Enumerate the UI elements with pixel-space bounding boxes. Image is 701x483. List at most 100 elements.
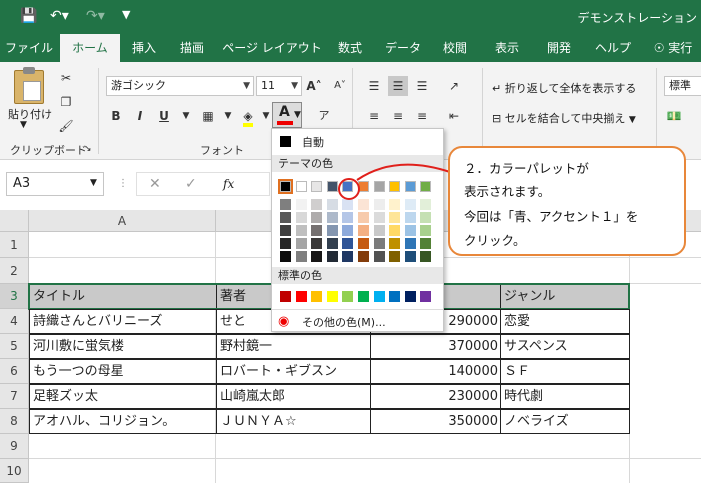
theme-shade-swatch[interactable] <box>404 199 416 210</box>
table-cell[interactable]: 足軽ズッ太 <box>29 384 217 409</box>
theme-shade-swatch[interactable] <box>420 251 432 262</box>
theme-shade-swatch[interactable] <box>420 238 432 249</box>
theme-shade-swatch[interactable] <box>389 251 401 262</box>
decrease-font-icon[interactable]: A˅ <box>330 76 350 96</box>
theme-shade-swatch[interactable] <box>389 212 401 223</box>
row-header[interactable]: 10 <box>0 459 29 483</box>
theme-shade-swatch[interactable] <box>373 199 385 210</box>
row-header[interactable]: 4 <box>0 309 29 334</box>
theme-shade-swatch[interactable] <box>326 225 338 236</box>
table-cell[interactable]: 詩織さんとバリニーズ <box>29 309 217 334</box>
copy-icon[interactable]: ❐ <box>56 92 76 112</box>
table-cell[interactable]: もう一つの母星 <box>29 359 217 384</box>
table-cell[interactable]: 350000 <box>370 409 501 434</box>
standard-color-swatch[interactable] <box>404 291 416 302</box>
italic-button[interactable]: I <box>130 106 150 126</box>
theme-shade-swatch[interactable] <box>358 212 369 223</box>
table-cell[interactable]: 時代劇 <box>500 384 630 409</box>
confirm-icon[interactable]: ✓ <box>185 176 197 192</box>
standard-color-swatch[interactable] <box>342 291 354 302</box>
font-color-button[interactable]: A ▼ <box>272 102 302 128</box>
font-size-combo[interactable]: 11 ▼ <box>256 76 302 96</box>
theme-shade-swatch[interactable] <box>311 251 323 262</box>
row-header[interactable]: 3 <box>0 284 29 309</box>
theme-shade-swatch[interactable] <box>373 225 385 236</box>
standard-color-swatch[interactable] <box>326 291 338 302</box>
table-cell[interactable]: アオハル、コリジョン。 <box>29 409 217 434</box>
theme-shade-swatch[interactable] <box>404 238 416 249</box>
customize-icon[interactable]: ▼ <box>122 8 130 21</box>
tab-data[interactable]: データ <box>378 34 428 62</box>
theme-shade-swatch[interactable] <box>280 212 291 223</box>
table-cell[interactable]: ノベライズ <box>500 409 630 434</box>
standard-color-swatch[interactable] <box>295 291 307 302</box>
table-cell[interactable]: 140000 <box>370 359 501 384</box>
align-center-icon[interactable]: ≡ <box>388 106 408 126</box>
theme-shade-swatch[interactable] <box>311 238 323 249</box>
theme-shade-swatch[interactable] <box>326 212 338 223</box>
theme-shade-swatch[interactable] <box>342 199 354 210</box>
theme-shade-swatch[interactable] <box>404 225 416 236</box>
number-format-combo[interactable]: 標準 <box>664 76 701 96</box>
theme-shade-swatch[interactable] <box>295 212 307 223</box>
theme-shade-swatch[interactable] <box>280 199 291 210</box>
align-left-icon[interactable]: ≡ <box>364 106 384 126</box>
table-cell[interactable]: 370000 <box>370 334 501 359</box>
border-icon[interactable]: ▦ <box>198 106 218 126</box>
theme-shade-swatch[interactable] <box>342 251 354 262</box>
table-cell[interactable]: ＪＵＮＹＡ☆ <box>216 409 371 434</box>
theme-shade-swatch[interactable] <box>326 251 338 262</box>
cut-icon[interactable]: ✂ <box>56 68 76 88</box>
theme-color-swatch[interactable] <box>295 181 307 192</box>
theme-shade-swatch[interactable] <box>373 238 385 249</box>
theme-shade-swatch[interactable] <box>326 238 338 249</box>
row-header[interactable]: 2 <box>0 258 29 284</box>
tab-insert[interactable]: 挿入 <box>122 34 166 62</box>
tab-draw[interactable]: 描画 <box>168 34 216 62</box>
row-header[interactable]: 9 <box>0 434 29 459</box>
paste-button-label[interactable]: 貼り付け <box>8 106 52 122</box>
cancel-icon[interactable]: ✕ <box>149 176 161 192</box>
theme-shade-swatch[interactable] <box>358 225 369 236</box>
theme-shade-swatch[interactable] <box>404 212 416 223</box>
theme-shade-swatch[interactable] <box>295 199 307 210</box>
theme-shade-swatch[interactable] <box>295 251 307 262</box>
border-dropdown-icon[interactable]: ▼ <box>218 106 238 126</box>
standard-color-swatch[interactable] <box>420 291 432 302</box>
standard-color-swatch[interactable] <box>358 291 369 302</box>
theme-shade-swatch[interactable] <box>280 225 291 236</box>
tab-tell-me[interactable]: ☉ 実行 <box>648 34 698 62</box>
orientation-icon[interactable]: ↗ <box>444 76 464 96</box>
theme-shade-swatch[interactable] <box>389 199 401 210</box>
theme-shade-swatch[interactable] <box>342 238 354 249</box>
row-header[interactable]: 6 <box>0 359 29 384</box>
theme-shade-swatch[interactable] <box>295 238 307 249</box>
theme-color-swatch[interactable] <box>326 181 338 192</box>
theme-shade-swatch[interactable] <box>342 212 354 223</box>
indent-icon[interactable]: ⇤ <box>444 106 464 126</box>
standard-color-swatch[interactable] <box>280 291 291 302</box>
theme-shade-swatch[interactable] <box>311 225 323 236</box>
standard-color-swatch[interactable] <box>389 291 401 302</box>
row-header[interactable]: 1 <box>0 232 29 258</box>
paste-icon[interactable] <box>14 67 44 104</box>
theme-shade-swatch[interactable] <box>358 199 369 210</box>
theme-shade-swatch[interactable] <box>420 212 432 223</box>
theme-color-swatch[interactable] <box>311 181 323 192</box>
theme-color-swatch[interactable] <box>278 179 293 194</box>
tab-developer[interactable]: 開発 <box>536 34 582 62</box>
table-cell[interactable]: ロバート・ギブスン <box>216 359 371 384</box>
tab-review[interactable]: 校閲 <box>432 34 478 62</box>
wrap-text-button[interactable]: ↵ 折り返して全体を表示する <box>492 80 636 96</box>
undo-icon[interactable]: ↶▾ <box>50 8 69 24</box>
clipboard-launcher-icon[interactable]: ↘ <box>84 144 92 154</box>
theme-shade-swatch[interactable] <box>280 251 291 262</box>
table-cell[interactable]: 230000 <box>370 384 501 409</box>
phonetic-icon[interactable]: ア <box>314 106 334 126</box>
theme-shade-swatch[interactable] <box>389 238 401 249</box>
theme-shade-swatch[interactable] <box>311 212 323 223</box>
table-cell[interactable]: 山崎嵐太郎 <box>216 384 371 409</box>
theme-shade-swatch[interactable] <box>373 212 385 223</box>
drag-handle-icon[interactable]: ⋮ <box>118 178 128 189</box>
underline-button[interactable]: U <box>154 106 174 126</box>
